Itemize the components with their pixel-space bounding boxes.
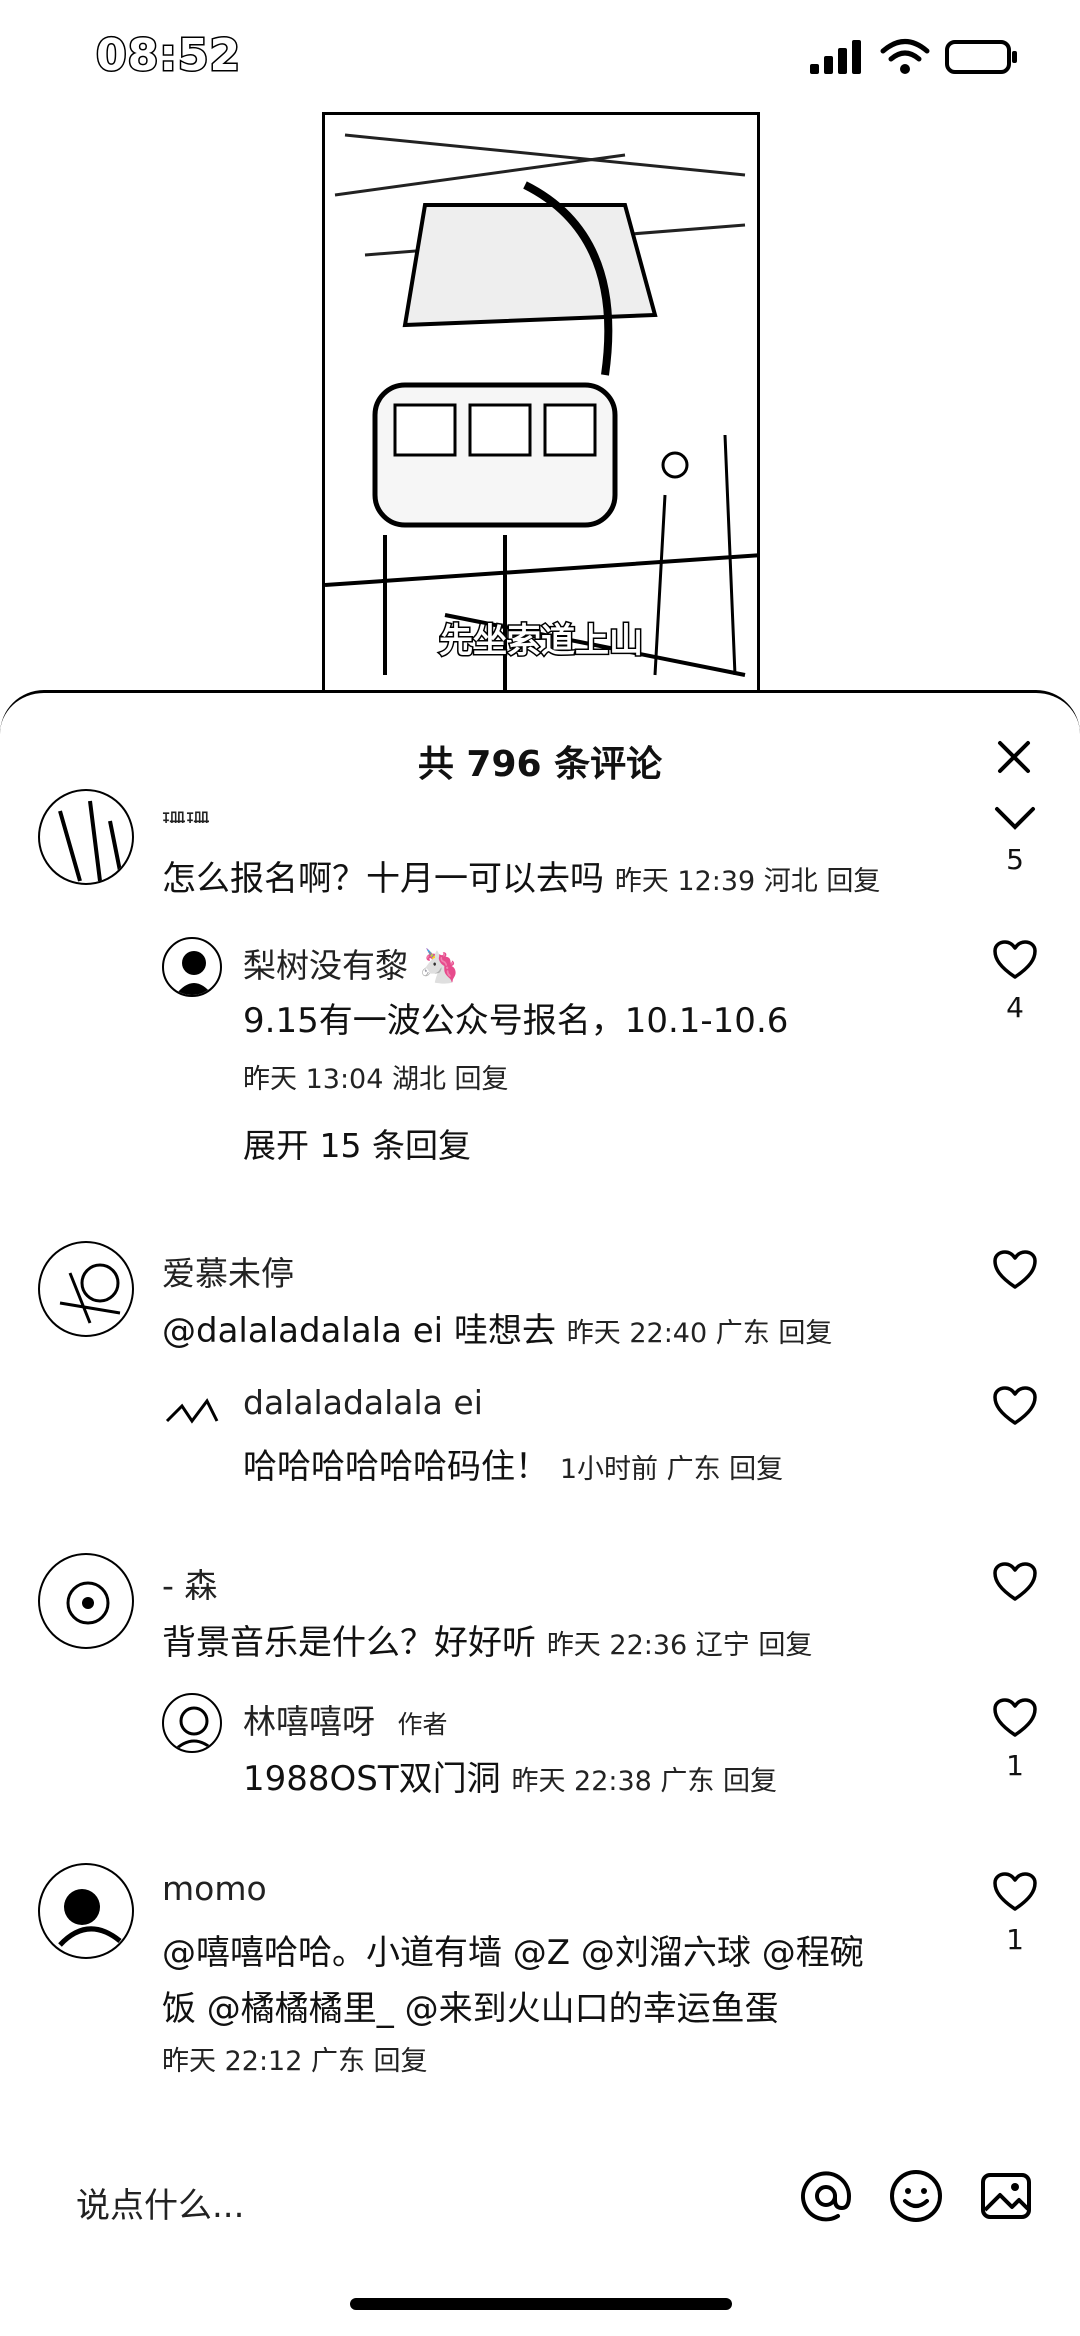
heart-icon (993, 940, 1037, 979)
avatar[interactable] (38, 1553, 134, 1649)
comment-meta[interactable]: 昨天 12:39 河北 回复 (615, 866, 881, 897)
like-button[interactable] (985, 1249, 1045, 1301)
comment-sheet: 共 796 条评论 珊珊 怎么报名啊？十月一可以去吗 昨天 12:39 河北 回… (0, 690, 1080, 2336)
like-count: 5 (1006, 843, 1024, 876)
at-icon[interactable] (798, 2168, 854, 2224)
comment-meta[interactable]: 昨天 22:12 广东 回复 (162, 2039, 428, 2078)
comment-text: @dalaladalala ei 哇想去 昨天 22:40 广东 回复 (162, 1303, 832, 1352)
avatar[interactable] (38, 789, 134, 885)
reply-text: 哈哈哈哈哈哈码住！ 1小时前 广东 回复 (243, 1439, 783, 1488)
reply-meta[interactable]: 1小时前 广东 回复 (560, 1454, 783, 1485)
comment-text-line: 饭 @橘橘橘里_ @来到火山口的幸运鱼蛋 (162, 1989, 779, 2029)
reply-author-name: 林嘻嘻呀 (243, 1702, 375, 1741)
reply-meta[interactable]: 昨天 13:04 湖北 回复 (243, 1057, 509, 1096)
signal-icon (810, 40, 861, 74)
comment-text: 背景音乐是什么？好好听 昨天 22:36 辽宁 回复 (162, 1615, 812, 1664)
comment-count-title: 共 796 条评论 (417, 744, 663, 785)
expand-replies-button[interactable]: 展开 15 条回复 (243, 1119, 471, 1167)
battery-icon (945, 40, 1017, 74)
reply-author[interactable]: dalaladalala ei (243, 1383, 483, 1422)
like-button[interactable] (985, 1385, 1045, 1437)
author-badge: 作者 (397, 1710, 448, 1739)
status-bar: 08:52 (0, 0, 1080, 120)
like-count: 4 (1006, 991, 1024, 1024)
comment-text: 怎么报名啊？十月一可以去吗 昨天 12:39 河北 回复 (162, 851, 880, 900)
emoji-icon[interactable] (888, 2168, 944, 2224)
comment-author[interactable]: 爱慕未停 (162, 1247, 294, 1295)
comment-author[interactable]: - 森 (162, 1559, 217, 1607)
heart-icon (993, 1872, 1037, 1911)
comment-input-bar: 说点什么... (0, 2140, 1080, 2250)
home-indicator[interactable] (350, 2298, 732, 2310)
heart-icon (993, 1250, 1037, 1289)
comment-author[interactable]: 珊珊 (162, 803, 210, 823)
reply-text: 1988OST双门洞 昨天 22:38 广东 回复 (243, 1751, 777, 1800)
close-button[interactable] (986, 729, 1042, 785)
heart-icon (993, 1698, 1037, 1737)
like-button[interactable]: 4 (985, 939, 1045, 1024)
comment-body: @dalaladalala ei 哇想去 (162, 1311, 556, 1351)
input-actions (798, 2168, 1034, 2224)
video-caption: 先坐索道上山 (438, 620, 645, 663)
collapse-button[interactable]: 5 (985, 805, 1045, 876)
reply-text: 9.15有一波公众号报名，10.1-10.6 (243, 1001, 789, 1041)
comment-body: 背景音乐是什么？好好听 (162, 1623, 536, 1663)
chevron-down-icon (995, 807, 1035, 830)
heart-icon (993, 1562, 1037, 1601)
avatar[interactable] (162, 1381, 222, 1441)
like-count: 1 (1006, 1923, 1024, 1956)
like-button[interactable]: 1 (985, 1697, 1045, 1782)
comment-input[interactable]: 说点什么... (76, 2178, 244, 2227)
avatar[interactable] (38, 1863, 134, 1959)
status-icons (808, 38, 1020, 76)
comment-author[interactable]: momo (162, 1869, 267, 1908)
image-icon[interactable] (978, 2168, 1034, 2224)
wifi-icon (880, 39, 930, 74)
like-button[interactable]: 1 (985, 1871, 1045, 1956)
close-icon (998, 741, 1030, 773)
heart-icon (993, 1386, 1037, 1425)
comment-meta[interactable]: 昨天 22:40 广东 回复 (567, 1318, 833, 1349)
like-button[interactable] (985, 1561, 1045, 1613)
avatar[interactable] (162, 937, 222, 997)
reply-body: 哈哈哈哈哈哈码住！ (243, 1447, 549, 1487)
comment-meta[interactable]: 昨天 22:36 辽宁 回复 (547, 1630, 813, 1661)
avatar[interactable] (38, 1241, 134, 1337)
like-count: 1 (1006, 1749, 1024, 1782)
comment-body: 怎么报名啊？十月一可以去吗 (162, 859, 604, 899)
reply-author[interactable]: 梨树没有黎 🦄 (243, 939, 460, 987)
video-thumbnail[interactable]: 先坐索道上山 (322, 112, 760, 712)
reply-meta[interactable]: 昨天 22:38 广东 回复 (511, 1766, 777, 1797)
status-time: 08:52 (94, 29, 242, 83)
reply-body: 1988OST双门洞 (243, 1759, 501, 1799)
comment-text-line: @嘻嘻哈哈。小道有墙 @Z @刘溜六球 @程碗 (162, 1933, 864, 1973)
reply-author[interactable]: 林嘻嘻呀 作者 (243, 1695, 448, 1743)
avatar[interactable] (162, 1693, 222, 1753)
